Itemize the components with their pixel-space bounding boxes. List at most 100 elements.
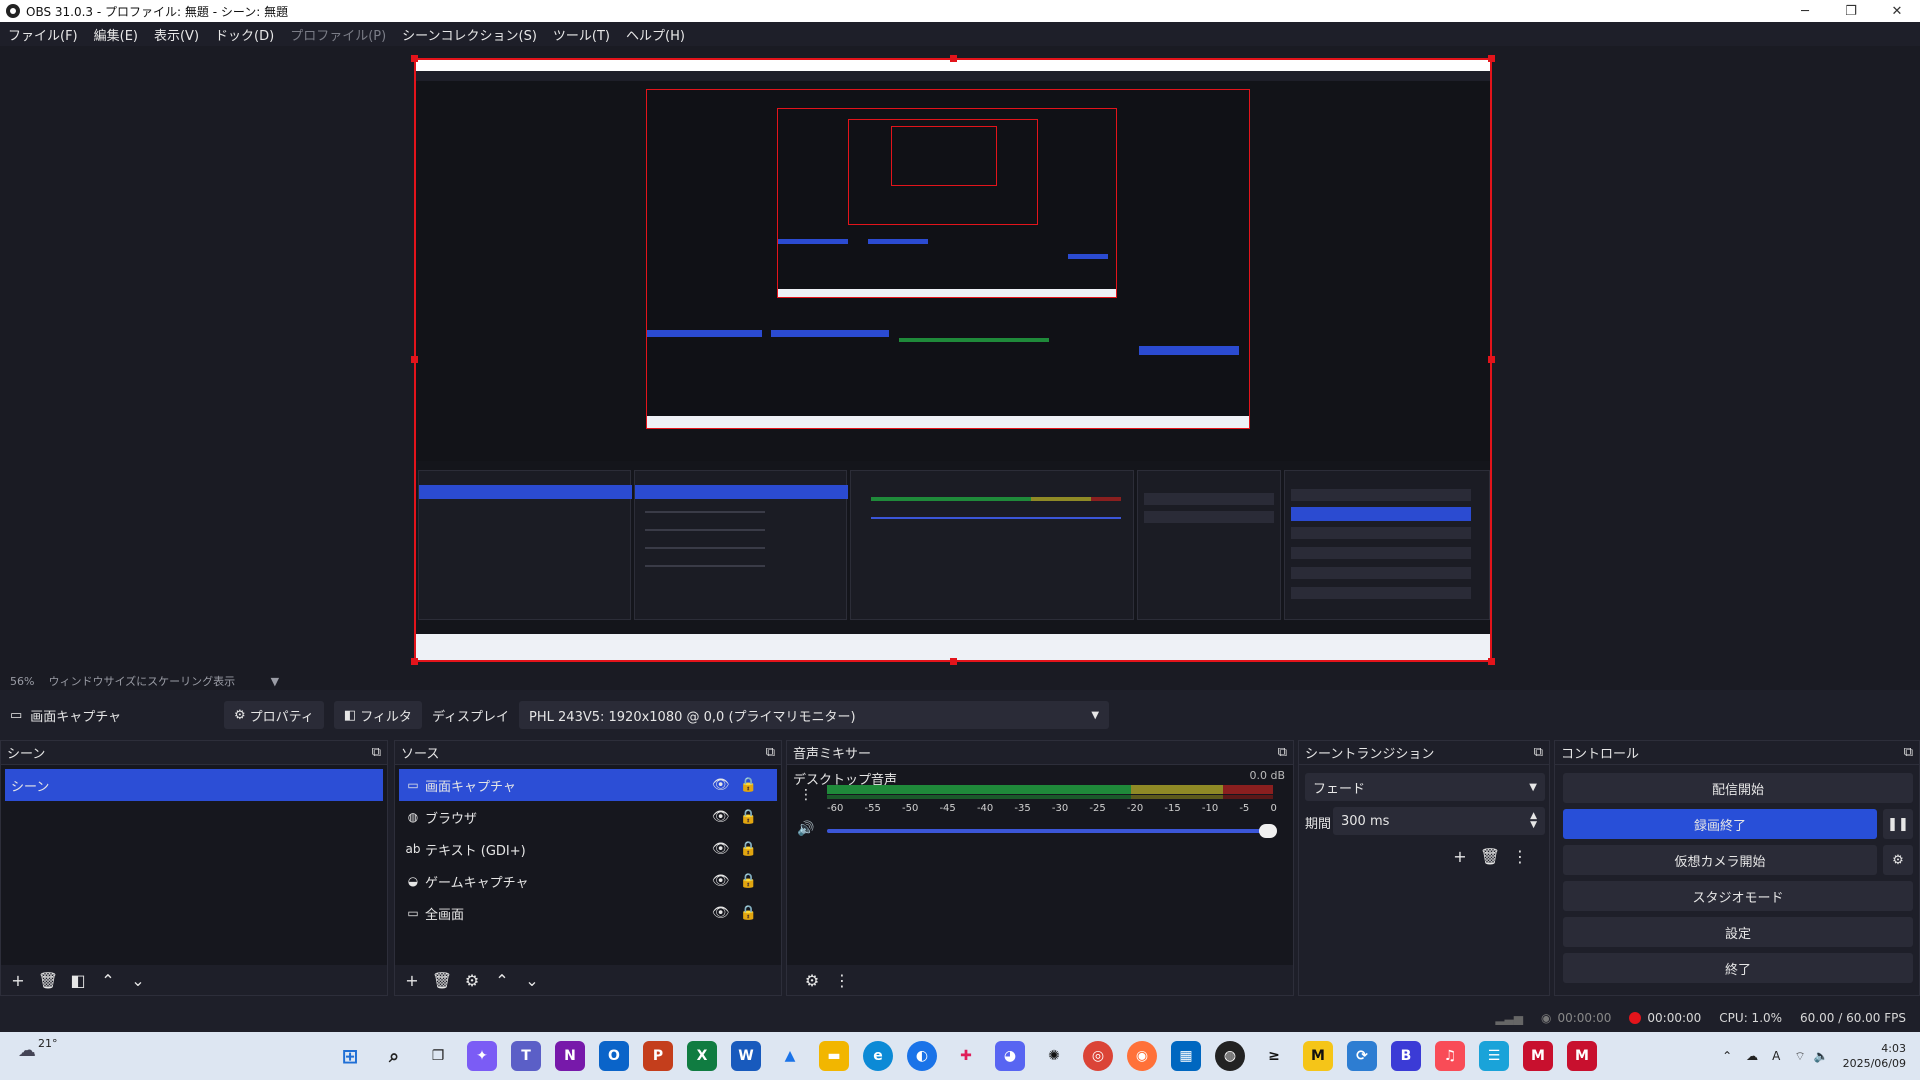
resize-handle[interactable] [950,55,957,62]
more-options-icon[interactable]: ⋮ [1509,845,1531,867]
menu-scene-collection[interactable]: シーンコレクション(S) [394,25,545,44]
source-item[interactable]: ▭ 画面キャプチャ 👁 🔒 [399,769,777,801]
display-select[interactable]: PHL 243V5: 1920x1080 @ 0,0 (プライマリモニター) ▼ [519,701,1110,729]
resize-handle[interactable] [1488,356,1495,363]
menu-view[interactable]: 表示(V) [146,25,207,44]
excel-icon[interactable]: X [687,1041,717,1071]
menu-help[interactable]: ヘルプ(H) [618,25,693,44]
mcafee-icon[interactable]: M [1567,1041,1597,1071]
app-icon[interactable]: ≥ [1259,1041,1289,1071]
menu-docks[interactable]: ドック(D) [207,25,282,44]
resize-handle[interactable] [411,356,418,363]
resize-handle[interactable] [411,55,418,62]
source-item[interactable]: ▭ 全画面 👁 🔒 [399,897,777,929]
spin-arrows-icon[interactable]: ▲ ▼ [1530,812,1537,830]
more-options-icon[interactable]: ⋮ [799,787,813,803]
menu-edit[interactable]: 編集(E) [86,25,146,44]
resize-handle[interactable] [411,658,418,665]
volume-icon[interactable]: 🔈 [1814,1049,1829,1063]
undock-icon[interactable]: ⧉ [1534,745,1543,760]
app-icon[interactable]: M [1303,1041,1333,1071]
volume-knob[interactable] [1259,824,1277,838]
filters-button[interactable]: ◧ フィルタ [333,701,422,729]
undock-icon[interactable]: ⧉ [1904,745,1913,760]
music-icon[interactable]: ♫ [1435,1041,1465,1071]
maximize-button[interactable]: ❐ [1828,0,1874,22]
pause-recording-button[interactable]: ❚❚ [1883,809,1913,839]
weather-widget[interactable]: ☁ 21° [18,1037,58,1061]
volume-slider[interactable] [827,824,1277,838]
gear-icon[interactable]: ⚙ [461,969,483,991]
chevron-down-icon[interactable]: ⌄ [127,969,149,991]
source-item[interactable]: ◍ ブラウザ 👁 🔒 [399,801,777,833]
resize-handle[interactable] [1488,55,1495,62]
photos-icon[interactable]: ▲ [775,1041,805,1071]
eye-icon[interactable]: 👁 [712,777,730,793]
menu-file[interactable]: ファイル(F) [0,25,86,44]
settings-button[interactable]: 設定 [1563,917,1913,947]
mcafee-icon[interactable]: M [1523,1041,1553,1071]
discord-icon[interactable]: ◕ [995,1041,1025,1071]
copilot-icon[interactable]: ✦ [467,1041,497,1071]
source-item[interactable]: ◒ ゲームキャプチャ 👁 🔒 [399,865,777,897]
plus-icon[interactable]: + [7,969,29,991]
chatgpt-icon[interactable]: ✺ [1039,1041,1069,1071]
exit-button[interactable]: 終了 [1563,953,1913,983]
chrome-icon[interactable]: ◎ [1083,1041,1113,1071]
trash-icon[interactable]: 🗑 [431,969,453,991]
lock-icon[interactable]: 🔒 [740,809,757,825]
eye-icon[interactable]: 👁 [712,873,730,889]
word-icon[interactable]: W [731,1041,761,1071]
file-explorer-icon[interactable]: ▬ [819,1041,849,1071]
plus-icon[interactable]: + [1449,845,1471,867]
trash-icon[interactable]: 🗑 [1479,845,1501,867]
task-view-icon[interactable]: ❐ [423,1041,453,1071]
virtual-camera-settings-button[interactable]: ⚙ [1883,845,1913,875]
notepad-icon[interactable]: ☰ [1479,1041,1509,1071]
plus-icon[interactable]: + [401,969,423,991]
canvas-preview[interactable] [414,58,1492,662]
gear-icon[interactable]: ⚙ [801,969,823,991]
wifi-icon[interactable]: ⌔ [1794,1049,1805,1064]
lock-icon[interactable]: 🔒 [740,905,757,921]
speaker-icon[interactable]: 🔊 [797,821,814,837]
edge-icon[interactable]: e [863,1041,893,1071]
app-icon[interactable]: ⟳ [1347,1041,1377,1071]
lock-icon[interactable]: 🔒 [740,841,757,857]
scene-item[interactable]: シーン [5,769,383,801]
stop-recording-button[interactable]: 録画終了 [1563,809,1877,839]
windows-start-icon[interactable]: ⊞ [335,1041,365,1071]
ime-indicator[interactable]: A [1772,1049,1780,1063]
onenote-icon[interactable]: N [555,1041,585,1071]
chevron-up-icon[interactable]: ⌃ [1722,1049,1732,1063]
start-streaming-button[interactable]: 配信開始 [1563,773,1913,803]
resize-handle[interactable] [1488,658,1495,665]
lock-icon[interactable]: 🔒 [740,777,757,793]
properties-button[interactable]: ⚙ プロパティ [224,701,324,729]
obs-icon[interactable]: ◍ [1215,1041,1245,1071]
eye-icon[interactable]: 👁 [712,841,730,857]
clock[interactable]: 4:03 2025/06/09 [1843,1041,1906,1071]
teams-icon[interactable]: T [511,1041,541,1071]
chevron-up-icon[interactable]: ⌃ [97,969,119,991]
filter-icon[interactable]: ◧ [67,969,89,991]
chevron-up-icon[interactable]: ⌃ [491,969,513,991]
studio-mode-button[interactable]: スタジオモード [1563,881,1913,911]
undock-icon[interactable]: ⧉ [372,745,381,760]
source-item[interactable]: ab テキスト (GDI+) 👁 🔒 [399,833,777,865]
close-button[interactable]: ✕ [1874,0,1920,22]
firefox-icon[interactable]: ◉ [1127,1041,1157,1071]
browser-icon[interactable]: ◐ [907,1041,937,1071]
app-icon[interactable]: B [1391,1041,1421,1071]
store-icon[interactable]: ▦ [1171,1041,1201,1071]
start-virtual-camera-button[interactable]: 仮想カメラ開始 [1563,845,1877,875]
more-options-icon[interactable]: ⋮ [831,969,853,991]
undock-icon[interactable]: ⧉ [766,745,775,760]
slack-icon[interactable]: ✚ [951,1041,981,1071]
menu-profile[interactable]: プロファイル(P) [282,25,394,44]
lock-icon[interactable]: 🔒 [740,873,757,889]
resize-handle[interactable] [950,658,957,665]
search-icon[interactable]: ⌕ [379,1041,409,1071]
scale-mode-dropdown[interactable]: ウィンドウサイズにスケーリング表示 ▼ [48,673,293,689]
preview-area[interactable] [0,46,1920,672]
